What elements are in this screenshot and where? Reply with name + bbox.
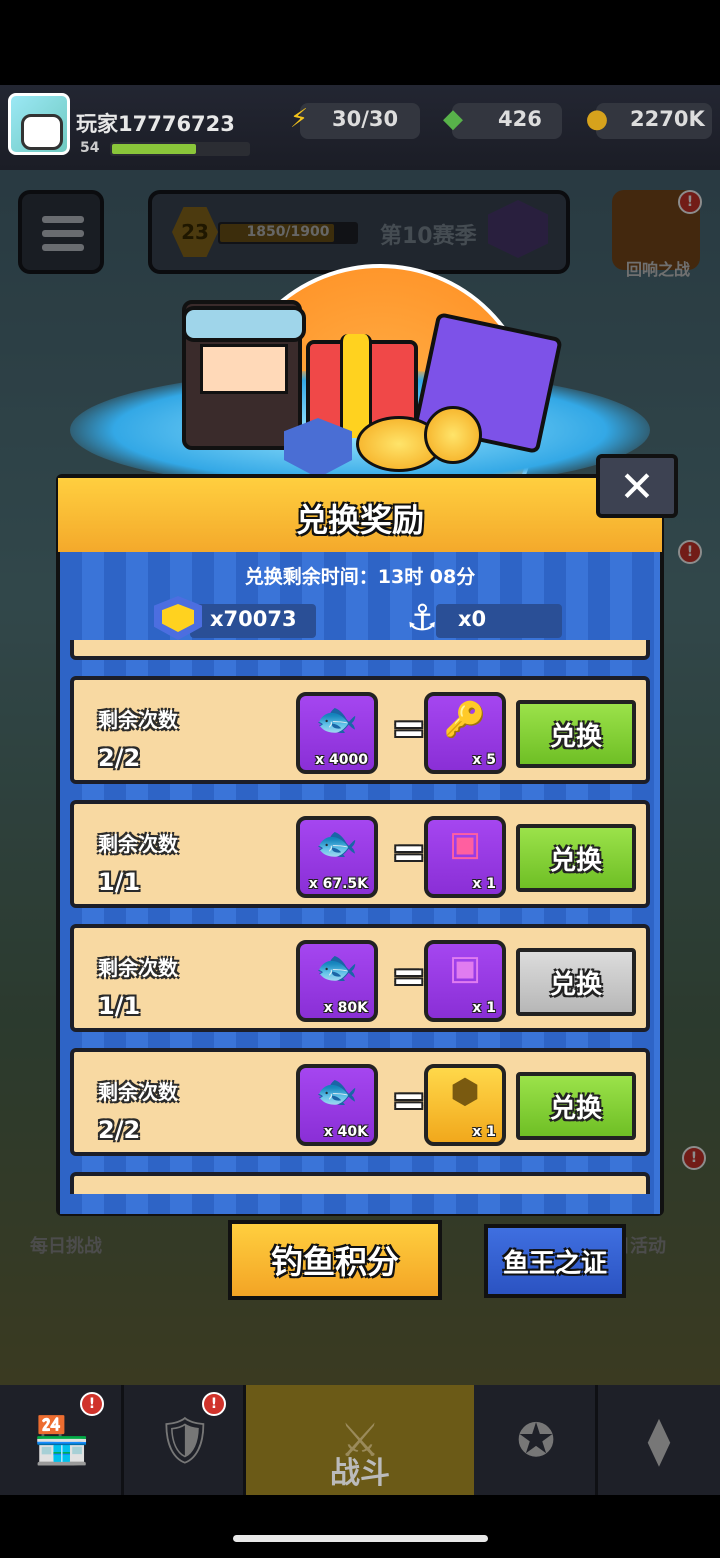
- cost-qty: x 4000: [315, 752, 368, 768]
- gem-icon: ◆: [443, 104, 463, 134]
- key-icon: 🔑: [443, 700, 487, 740]
- fish-token-icon: 🐟: [315, 1072, 359, 1112]
- remaining-label: 剩余次数: [98, 832, 178, 856]
- ninja-face: [200, 344, 288, 394]
- fish-token-icon: 🐟: [315, 824, 359, 864]
- gift-ribbon: [340, 334, 372, 438]
- reward-slot: ▣ x 1: [424, 816, 506, 898]
- remaining-label: 剩余次数: [98, 1080, 178, 1104]
- remaining-count: 1/1: [98, 992, 141, 1020]
- remaining-label: 剩余次数: [98, 956, 178, 980]
- fight-label: 战斗: [330, 1456, 390, 1491]
- s-chest-purple-icon: ▣: [448, 948, 482, 988]
- exchange-row: 剩余次数 1/1 🐟 x 67.5K = ▣ x 1 兑换: [70, 800, 650, 908]
- modal-title: 兑换奖励: [295, 501, 424, 539]
- xp-bar-fill: [112, 144, 196, 154]
- equals-sign: =: [392, 1078, 426, 1124]
- home-indicator[interactable]: [233, 1535, 488, 1542]
- cost-qty: x 40K: [323, 1124, 368, 1140]
- fish-token-icon: 🐟: [315, 948, 359, 988]
- remaining-count: 1/1: [98, 868, 141, 896]
- equals-sign: =: [392, 706, 426, 752]
- energy-value: 30/30: [332, 107, 399, 131]
- shield-icon: 🛡: [155, 1412, 215, 1467]
- player-avatar[interactable]: [8, 93, 70, 155]
- player-level: 54: [80, 140, 100, 156]
- reward-slot: 🔑 x 5: [424, 692, 506, 774]
- fish-king-proof-tab[interactable]: 鱼王之证: [484, 1224, 626, 1298]
- shop-icon: 🏪: [33, 1412, 91, 1467]
- hook-counter: [436, 604, 562, 638]
- fishing-points-tab[interactable]: 钓鱼积分: [228, 1220, 442, 1300]
- remaining-count: 2/2: [98, 744, 141, 772]
- exchange-timer: 兑换剩余时间：13时 08分: [244, 566, 476, 588]
- cost-qty: x 80K: [323, 1000, 368, 1016]
- hook-count: x0: [458, 607, 487, 631]
- goggles-icon: [182, 306, 306, 342]
- exchange-row: 剩余次数 2/2 🐟 x 40K = ⬢ x 1 兑换: [70, 1048, 650, 1156]
- reward-slot: ▣ x 1: [424, 940, 506, 1022]
- cost-slot: 🐟 x 40K: [296, 1064, 378, 1146]
- lightning-icon: ⚡: [289, 104, 309, 134]
- s-chest-pink-icon: ▣: [448, 824, 482, 864]
- home-indicator-area: [0, 1495, 720, 1558]
- fish-coin-icon: [424, 406, 482, 464]
- status-bar: [0, 0, 720, 85]
- exchange-list[interactable]: 剩余次数 2/2 🐟 x 4000 = 🔑 x 5 兑换 剩余次数 1/1 🐟 …: [68, 640, 652, 1194]
- fish-hook-icon: ⚓: [406, 598, 439, 639]
- exchange-button[interactable]: 兑换: [516, 824, 636, 892]
- equipment-alert-badge: !: [202, 1392, 226, 1416]
- reward-slot: ⬢ x 1: [424, 1064, 506, 1146]
- gem-value: 426: [498, 107, 542, 131]
- remaining-count: 2/2: [98, 1116, 141, 1144]
- coin-icon: ●: [585, 104, 609, 134]
- shop-alert-badge: !: [80, 1392, 104, 1416]
- cost-qty: x 67.5K: [308, 876, 368, 892]
- coin-value: 2270K: [630, 107, 705, 131]
- dna-icon: ⧫: [647, 1413, 671, 1467]
- exchange-button[interactable]: 兑换: [516, 1072, 636, 1140]
- reward-qty: x 1: [472, 876, 496, 892]
- reward-qty: x 5: [472, 752, 496, 768]
- reward-qty: x 1: [472, 1000, 496, 1016]
- exchange-button[interactable]: 兑换: [516, 700, 636, 768]
- remaining-label: 剩余次数: [98, 708, 178, 732]
- list-item-partial: [70, 640, 650, 660]
- exchange-row: 剩余次数 2/2 🐟 x 4000 = 🔑 x 5 兑换: [70, 676, 650, 784]
- gold-chest-icon: ⬢: [450, 1072, 480, 1112]
- cost-slot: 🐟 x 80K: [296, 940, 378, 1022]
- cost-slot: 🐟 x 4000: [296, 692, 378, 774]
- player-name: 玩家17776723: [76, 112, 235, 136]
- equals-sign: =: [392, 954, 426, 1000]
- close-button[interactable]: ✕: [596, 454, 678, 518]
- list-item-partial: [70, 1172, 650, 1194]
- reward-qty: x 1: [472, 1124, 496, 1140]
- exchange-row: 剩余次数 1/1 🐟 x 80K = ▣ x 1 兑换: [70, 924, 650, 1032]
- cost-slot: 🐟 x 67.5K: [296, 816, 378, 898]
- exchange-button-disabled[interactable]: 兑换: [516, 948, 636, 1016]
- equals-sign: =: [392, 830, 426, 876]
- star-ball-icon: ✪: [516, 1413, 556, 1467]
- fish-token-icon: 🐟: [315, 700, 359, 740]
- close-icon: ✕: [619, 461, 655, 511]
- fish-token-count: x70073: [210, 607, 297, 631]
